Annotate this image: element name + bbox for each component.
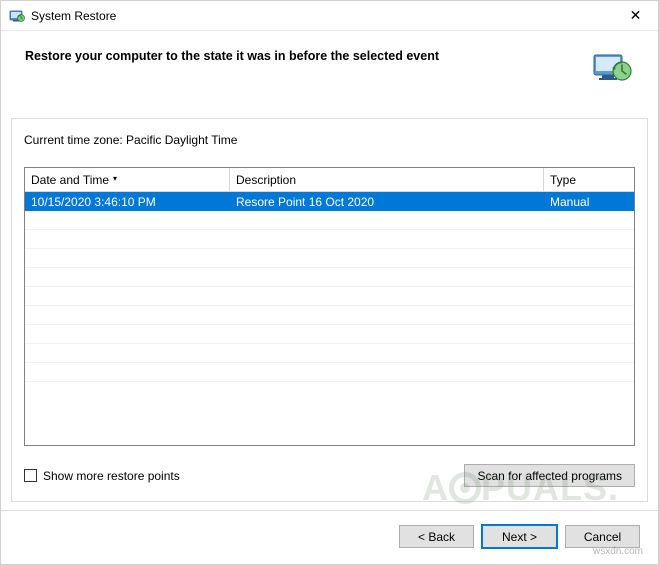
empty-row bbox=[25, 287, 634, 306]
column-header-date[interactable]: Date and Time ▾ bbox=[25, 168, 230, 191]
column-header-type-label: Type bbox=[550, 173, 576, 187]
table-body: 10/15/2020 3:46:10 PM Resore Point 16 Oc… bbox=[25, 192, 634, 445]
checkbox-icon bbox=[24, 469, 37, 482]
empty-row bbox=[25, 325, 634, 344]
empty-row bbox=[25, 268, 634, 287]
cell-date: 10/15/2020 3:46:10 PM bbox=[25, 194, 230, 210]
timezone-label: Current time zone: Pacific Daylight Time bbox=[24, 133, 635, 147]
empty-row bbox=[25, 211, 634, 230]
close-icon: ✕ bbox=[630, 7, 642, 24]
titlebar: System Restore ✕ bbox=[1, 1, 658, 31]
column-header-type[interactable]: Type bbox=[544, 168, 634, 191]
scan-affected-button[interactable]: Scan for affected programs bbox=[464, 464, 635, 487]
column-header-description[interactable]: Description bbox=[230, 168, 544, 191]
empty-row bbox=[25, 230, 634, 249]
empty-row bbox=[25, 344, 634, 363]
column-header-date-label: Date and Time bbox=[31, 173, 109, 187]
empty-row bbox=[25, 363, 634, 382]
show-more-checkbox-label: Show more restore points bbox=[43, 469, 180, 483]
system-restore-window: System Restore ✕ Restore your computer t… bbox=[0, 0, 659, 565]
system-restore-icon bbox=[9, 8, 25, 24]
empty-row bbox=[25, 306, 634, 325]
show-more-checkbox[interactable]: Show more restore points bbox=[24, 469, 180, 483]
restore-points-table[interactable]: Date and Time ▾ Description Type 10/15/2… bbox=[24, 167, 635, 446]
content-box: Current time zone: Pacific Daylight Time… bbox=[11, 118, 648, 502]
restore-large-icon bbox=[592, 49, 634, 92]
header-text: Restore your computer to the state it wa… bbox=[25, 49, 580, 63]
column-header-description-label: Description bbox=[236, 173, 296, 187]
empty-row bbox=[25, 249, 634, 268]
table-header: Date and Time ▾ Description Type bbox=[25, 168, 634, 192]
close-button[interactable]: ✕ bbox=[613, 1, 658, 30]
header-section: Restore your computer to the state it wa… bbox=[1, 31, 658, 118]
back-button[interactable]: < Back bbox=[399, 525, 474, 548]
cell-description: Resore Point 16 Oct 2020 bbox=[230, 194, 544, 210]
next-button[interactable]: Next > bbox=[482, 525, 557, 548]
sort-descending-icon: ▾ bbox=[113, 174, 117, 183]
footer: < Back Next > Cancel bbox=[1, 510, 658, 564]
cell-type: Manual bbox=[544, 194, 634, 210]
table-row[interactable]: 10/15/2020 3:46:10 PM Resore Point 16 Oc… bbox=[25, 192, 634, 211]
content-bottom: Show more restore points Scan for affect… bbox=[24, 464, 635, 487]
cancel-button[interactable]: Cancel bbox=[565, 525, 640, 548]
titlebar-title: System Restore bbox=[31, 9, 613, 23]
